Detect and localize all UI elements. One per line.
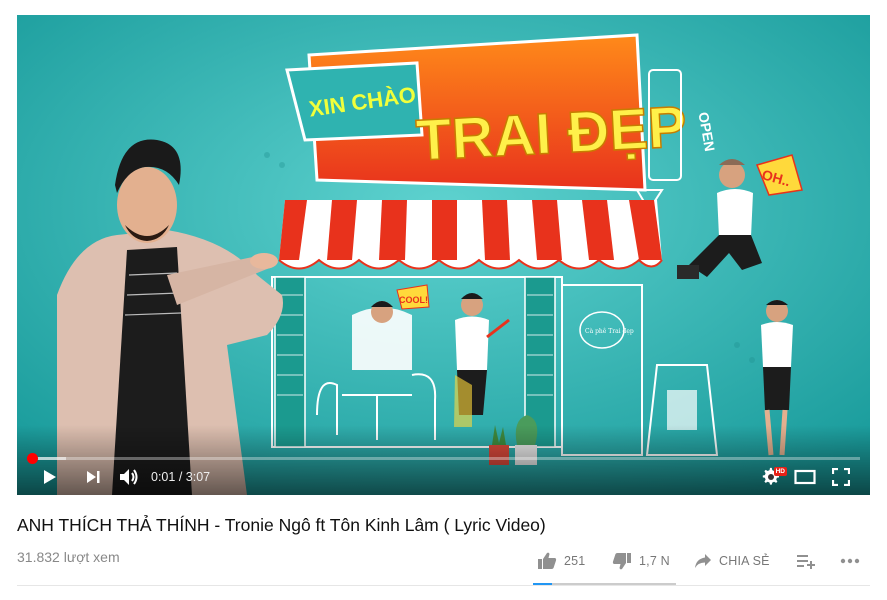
time-separator: / — [178, 470, 183, 484]
door-text: Cà phê Trai đẹp — [585, 328, 634, 335]
theater-icon — [794, 469, 816, 485]
progress-scrubber[interactable] — [26, 453, 38, 464]
more-horizontal-icon — [840, 558, 860, 564]
shop-awning — [278, 200, 663, 270]
divider — [17, 585, 870, 586]
play-button[interactable] — [37, 465, 61, 489]
cool-bubble-text: COOL! — [399, 295, 428, 305]
add-to-playlist-button[interactable] — [796, 550, 816, 572]
theater-mode-button[interactable] — [792, 465, 818, 489]
fullscreen-icon — [832, 468, 850, 486]
share-label: CHIA SẺ — [719, 554, 770, 568]
next-button[interactable] — [81, 465, 105, 489]
current-time: 0:01 — [151, 470, 176, 484]
sentiment-like-portion — [533, 583, 552, 585]
sentiment-bar — [533, 583, 676, 585]
volume-icon — [120, 469, 138, 485]
dislike-count: 1,7 N — [639, 554, 670, 568]
fullscreen-button[interactable] — [828, 465, 854, 489]
settings-button[interactable]: HD — [758, 465, 787, 489]
more-actions-button[interactable] — [840, 550, 860, 572]
playlist-add-icon — [797, 555, 815, 569]
video-thumbnail: XIN CHÀO TRAI ĐẸP OPEN Cà phê Trai đẹp C… — [17, 15, 870, 495]
next-icon — [87, 471, 100, 483]
volume-button[interactable] — [115, 465, 143, 489]
hd-badge: HD — [773, 467, 787, 476]
progress-bar[interactable] — [26, 453, 860, 464]
dislike-button[interactable]: 1,7 N — [612, 550, 670, 572]
play-icon — [44, 470, 56, 484]
view-count: 31.832 lượt xem — [17, 549, 120, 565]
video-player[interactable]: XIN CHÀO TRAI ĐẸP OPEN Cà phê Trai đẹp C… — [17, 15, 870, 495]
thumbs-up-icon — [538, 552, 557, 569]
duration: 3:07 — [185, 470, 211, 484]
thumbs-down-icon — [612, 553, 631, 570]
share-button[interactable]: CHIA SẺ — [694, 550, 770, 572]
sign-trai-dep: XIN CHÀO TRAI ĐẸP — [285, 33, 689, 192]
video-title: ANH THÍCH THẢ THÍNH - Tronie Ngô ft Tôn … — [17, 515, 546, 535]
like-button[interactable]: 251 — [537, 550, 585, 572]
share-icon — [695, 554, 711, 568]
like-count: 251 — [564, 554, 586, 568]
time-display: 0:01 / 3:07 — [151, 470, 210, 484]
controls-overlay — [17, 425, 870, 495]
